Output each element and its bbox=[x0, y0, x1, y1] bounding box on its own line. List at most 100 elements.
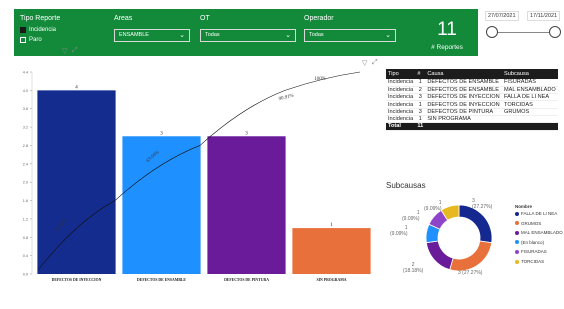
table-header-row: Tipo # Causa Subcausa bbox=[386, 69, 558, 79]
donut-title: Subcausas bbox=[386, 181, 426, 190]
table-row[interactable]: Incidencia 3 DEFECTOS DE INYECCION FALLA DE… bbox=[386, 93, 558, 102]
ot-dropdown[interactable]: Todas ⌄ bbox=[200, 29, 296, 42]
y-tick-label: 2.8 bbox=[23, 144, 28, 148]
bar-value-label: 4 bbox=[75, 85, 78, 90]
table-cell: DEFECTOS DE PINTURA bbox=[425, 108, 502, 117]
bar-value-label: 3 bbox=[245, 131, 248, 136]
y-tick-label: 4.4 bbox=[23, 71, 28, 75]
column-header[interactable]: Tipo bbox=[386, 69, 416, 79]
filter-icon[interactable]: ▽ bbox=[62, 47, 67, 55]
table-cell: 11 bbox=[415, 122, 426, 131]
legend-label: (En blanco) bbox=[521, 239, 545, 245]
table-cell: FISURADAS bbox=[502, 79, 558, 87]
operador-value: Todas bbox=[309, 32, 324, 38]
chevron-down-icon: ⌄ bbox=[285, 32, 291, 39]
y-tick-label: 0.8 bbox=[23, 236, 28, 240]
table-cell bbox=[502, 122, 558, 131]
table-total-row[interactable]: Total 11 bbox=[386, 122, 558, 131]
table-row[interactable]: Incidencia 1 DEFECTOS DE INYECCION TORCIDAS bbox=[386, 100, 558, 109]
focus-mode-icon[interactable]: ⤢ bbox=[72, 47, 78, 55]
pareto-label: 100% bbox=[314, 77, 326, 82]
legend-label: TORCIDAS bbox=[521, 259, 545, 264]
x-tick-label: DEFECTOS DE INYECCION bbox=[52, 278, 102, 282]
x-tick-label: DEFECTOS DE PINTURA bbox=[224, 278, 269, 282]
checkbox-icon[interactable] bbox=[20, 27, 26, 33]
x-tick-label: SIN PROGRAMA bbox=[316, 278, 346, 282]
bar[interactable] bbox=[207, 136, 286, 274]
table-cell: FALLA DE LI NEA bbox=[502, 93, 558, 102]
areas-title: Areas bbox=[114, 15, 133, 22]
table-cell: 3 bbox=[415, 93, 426, 102]
areas-dropdown[interactable]: ENSAMBLE ⌄ bbox=[114, 29, 190, 42]
legend-item[interactable]: FALLA DE LI NEA bbox=[515, 211, 557, 216]
table-cell: Incidencia bbox=[386, 100, 416, 109]
legend-item[interactable]: MAL ENSAMBLADO bbox=[515, 230, 563, 235]
operador-dropdown[interactable]: Todas ⌄ bbox=[304, 29, 396, 42]
tipo-option-paro[interactable]: Paro bbox=[20, 37, 42, 43]
legend-label: MAL ENSAMBLADO bbox=[521, 230, 563, 236]
legend-item[interactable]: (En blanco) bbox=[515, 240, 544, 245]
legend-dot-icon bbox=[515, 221, 519, 226]
donut-label: 1 (9.09%) bbox=[424, 200, 442, 212]
column-header[interactable]: # bbox=[415, 69, 426, 79]
legend-item[interactable]: GRUMOS bbox=[515, 221, 541, 226]
table-cell: Incidencia bbox=[386, 86, 416, 95]
date-start[interactable]: 27/07/2021 bbox=[485, 11, 519, 21]
option-label: Incidencia bbox=[29, 27, 57, 33]
table-cell: DEFECTOS DE INYECCION bbox=[425, 100, 502, 109]
table-row[interactable]: Incidencia 2 DEFECTOS DE ENSAMBLE MAL ENSAM… bbox=[386, 86, 558, 95]
checkbox-icon[interactable] bbox=[20, 37, 26, 43]
column-header[interactable]: Causa bbox=[425, 69, 502, 79]
table-cell: 3 bbox=[415, 108, 426, 117]
bar[interactable] bbox=[292, 228, 371, 274]
legend-title: Nombre bbox=[515, 204, 533, 209]
y-tick-label: 3.2 bbox=[23, 126, 28, 130]
table-row[interactable]: Incidencia 3 DEFECTOS DE PINTURA GRUMOS bbox=[386, 108, 558, 117]
y-tick-label: 2.4 bbox=[23, 162, 28, 166]
table-cell: Total bbox=[386, 122, 416, 131]
pareto-chart: 0.0 0.4 0.8 1.2 1.6 2.0 2.4 2.8 3.2 3.6 4.0 4.4 4 DEF… bbox=[23, 71, 371, 282]
bar-value-label: 3 bbox=[160, 131, 163, 136]
kpi-label: # Reportes bbox=[431, 44, 463, 51]
date-slider-end-handle[interactable] bbox=[549, 26, 561, 38]
bar[interactable] bbox=[37, 90, 116, 274]
donut-label: 2 (18.18%) bbox=[403, 262, 424, 274]
date-slider-track[interactable] bbox=[492, 32, 556, 33]
table-cell: Incidencia bbox=[386, 108, 416, 117]
table-row[interactable]: Incidencia 1 SIN PROGRAMA bbox=[386, 115, 558, 124]
table-cell: 1 bbox=[415, 115, 426, 124]
pareto-label: 90.91% bbox=[278, 94, 294, 103]
legend-item[interactable]: TORCIDAS bbox=[515, 259, 544, 264]
donut-slice[interactable] bbox=[425, 240, 454, 271]
y-tick-label: 1.6 bbox=[23, 199, 28, 203]
areas-value: ENSAMBLE bbox=[119, 32, 149, 38]
legend-item[interactable]: FISURADAS bbox=[515, 249, 547, 254]
table-cell: 1 bbox=[415, 79, 426, 87]
bar[interactable] bbox=[122, 136, 201, 274]
donut-slice[interactable] bbox=[458, 204, 493, 244]
chevron-down-icon: ⌄ bbox=[179, 32, 185, 39]
tipo-option-incidencia[interactable]: Incidencia bbox=[20, 27, 56, 33]
y-tick-label: 4.0 bbox=[23, 89, 28, 93]
donut-label: 1 (9.09%) bbox=[402, 210, 420, 222]
y-tick-label: 0.4 bbox=[23, 254, 28, 258]
date-end[interactable]: 17/11/2021 bbox=[527, 11, 561, 21]
x-tick-label: DEFECTOS DE ENSAMBLE bbox=[137, 278, 186, 282]
ot-title: OT bbox=[200, 15, 210, 22]
date-slider-start-handle[interactable] bbox=[486, 26, 498, 38]
table-cell: DEFECTOS DE ENSAMBLE bbox=[425, 79, 502, 87]
operador-title: Operador bbox=[304, 15, 334, 22]
table-row[interactable]: Incidencia 1 DEFECTOS DE ENSAMBLE FISURADAS bbox=[386, 79, 558, 87]
legend-dot-icon bbox=[515, 259, 519, 264]
column-header[interactable]: Subcausa bbox=[502, 69, 558, 79]
y-tick-label: 3.6 bbox=[23, 107, 28, 111]
table-cell: 1 bbox=[415, 100, 426, 109]
table-cell: DEFECTOS DE INYECCION bbox=[425, 93, 502, 102]
donut-slice[interactable] bbox=[449, 240, 493, 272]
y-tick-label: 1.2 bbox=[23, 217, 28, 221]
table-cell: GRUMOS bbox=[502, 108, 558, 117]
legend-label: GRUMOS bbox=[521, 220, 542, 226]
chevron-down-icon: ⌄ bbox=[385, 32, 391, 39]
table-cell: 2 bbox=[415, 86, 426, 95]
legend-label: FISURADAS bbox=[521, 249, 547, 255]
